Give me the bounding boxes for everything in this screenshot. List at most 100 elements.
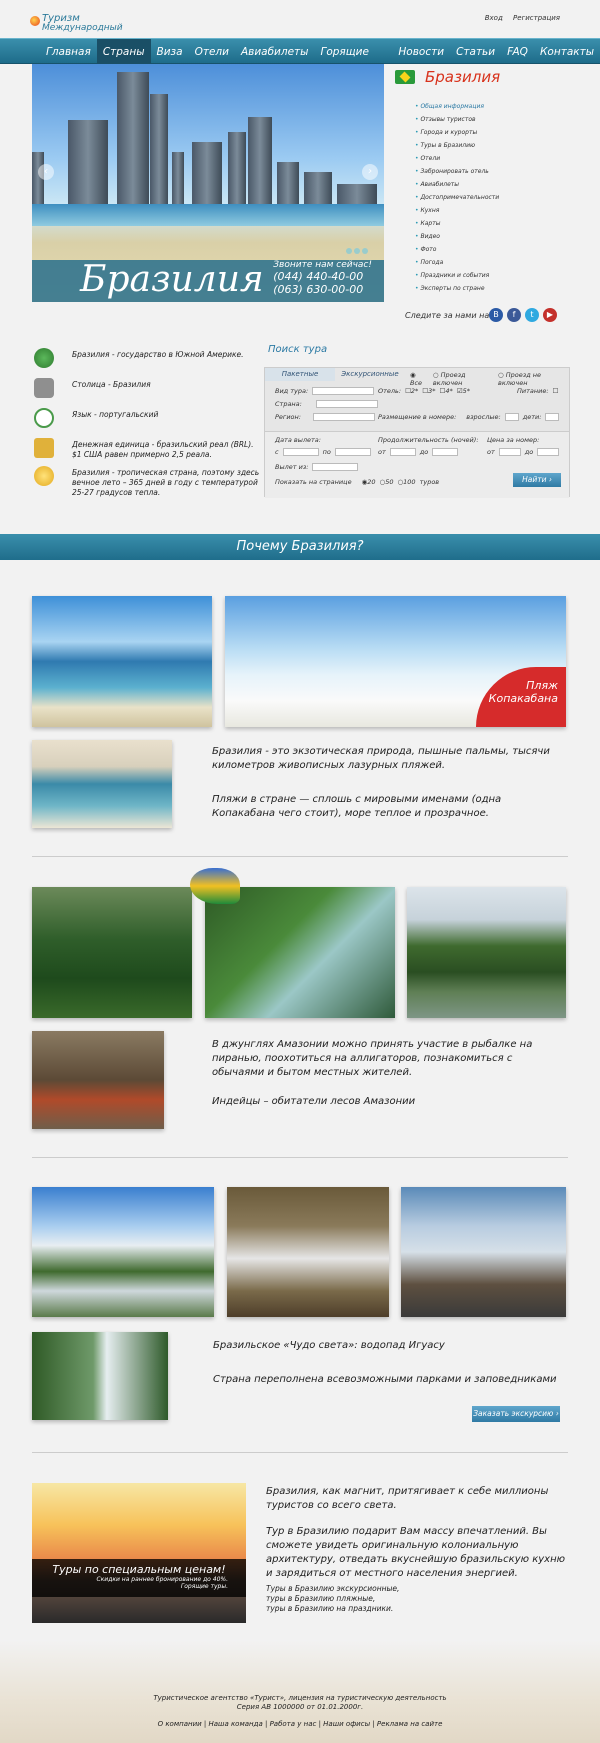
footer-link[interactable]: О компании	[158, 1720, 202, 1728]
sun-logo-icon	[30, 16, 40, 26]
footer-link[interactable]: Наша команда	[208, 1720, 262, 1728]
slider-next-icon[interactable]: ›	[362, 164, 378, 180]
date-from-input[interactable]	[282, 448, 319, 456]
iguazu-rainbow-photo[interactable]	[401, 1187, 566, 1317]
jungle-river-photo[interactable]	[205, 887, 395, 1018]
footer-link[interactable]: Наши офисы	[323, 1720, 370, 1728]
show-count-label: Показать на странице	[275, 478, 352, 486]
nav-item-1[interactable]: Страны	[96, 39, 151, 65]
iguazu-photo-1[interactable]	[32, 1187, 214, 1317]
nav-item-4[interactable]: Авиабилеты	[235, 39, 315, 65]
nav-item-9[interactable]: Контакты	[534, 39, 600, 65]
sidebar-item[interactable]: Общая информация	[415, 100, 499, 113]
nav-item-5[interactable]: Горящие туры	[314, 39, 392, 84]
country-label: Страна:	[275, 400, 302, 408]
sidebar-item[interactable]: Карты	[415, 217, 499, 230]
tour-search-form: Пакетные Экскурсионные ◉ Все ○ Проезд вк…	[264, 367, 570, 498]
slider-dots[interactable]	[346, 248, 368, 254]
section2-text1: В джунглях Амазонии можно принять участи…	[212, 1039, 533, 1078]
from-city-select[interactable]	[312, 463, 359, 471]
nav-item-3[interactable]: Отели	[189, 39, 235, 65]
copacabana-badge: Пляж Копакабана	[476, 667, 566, 727]
region-select[interactable]	[312, 413, 375, 421]
jungle-photo-1[interactable]	[32, 887, 192, 1018]
parrot-icon	[190, 868, 240, 904]
nav-item-6[interactable]: Новости	[392, 39, 450, 65]
site-logo[interactable]: Туризм Международный	[30, 12, 123, 34]
date-to-label: по	[322, 448, 331, 456]
sidebar-item[interactable]: Кухня	[415, 204, 499, 217]
footer-link[interactable]: Реклама на сайте	[377, 1720, 442, 1728]
sidebar-item[interactable]: Отели	[415, 152, 499, 165]
adults-select[interactable]	[504, 413, 519, 421]
section3-text1: Бразильское «Чудо света»: водопад Игуасу	[213, 1340, 445, 1351]
footer-series: Серия АВ 1000000 от 01.01.2000г.	[236, 1703, 364, 1711]
adults-label: взрослые:	[466, 413, 501, 421]
sidebar-item[interactable]: Забронировать отель	[415, 165, 499, 178]
tour-link-excursion[interactable]: Туры в Бразилию экскурсионные,	[266, 1584, 566, 1594]
vk-icon[interactable]: B	[489, 308, 503, 322]
tour-type-select[interactable]	[312, 387, 375, 395]
sidebar-item[interactable]: Туры в Бразилию	[415, 139, 499, 152]
special-prices-title: Туры по специальным ценам!	[52, 1563, 226, 1576]
divider-1	[32, 856, 568, 857]
sidebar-item[interactable]: Города и курорты	[415, 126, 499, 139]
waterfall-park-photo[interactable]	[32, 1332, 168, 1420]
sidebar-item[interactable]: Эксперты по стране	[415, 282, 499, 295]
twitter-icon[interactable]: t	[525, 308, 539, 322]
tour-type-label: Вид тура:	[275, 387, 309, 395]
radio-transport-included[interactable]: ○ Проезд включен	[433, 371, 494, 387]
hotel-label: Отель:	[378, 387, 402, 395]
section1-text2: Пляжи в стране — сплошь с мировыми имена…	[212, 794, 502, 819]
sidebar-item[interactable]: Погода	[415, 256, 499, 269]
show-100[interactable]: ○100	[397, 478, 415, 486]
show-50[interactable]: ○50	[380, 478, 394, 486]
show-20[interactable]: ◉20	[362, 478, 376, 486]
order-excursion-button[interactable]: Заказать экскурсию ›	[472, 1406, 560, 1422]
sidebar-item[interactable]: Праздники и события	[415, 269, 499, 282]
food-checkbox[interactable]: ☐	[553, 387, 559, 395]
footer-link[interactable]: Работа у нас	[270, 1720, 317, 1728]
star-4[interactable]: ☐4*	[440, 387, 453, 395]
nav-item-8[interactable]: FAQ	[501, 39, 534, 65]
sidebar-item[interactable]: Достопримечательности	[415, 191, 499, 204]
login-link[interactable]: Вход	[485, 14, 503, 22]
price-from-input[interactable]	[498, 448, 521, 456]
radio-all[interactable]: ◉ Все	[410, 371, 429, 387]
country-select[interactable]	[315, 400, 378, 408]
children-select[interactable]	[545, 413, 560, 421]
special-prices-banner[interactable]: Туры по специальным ценам! Скидки на ран…	[32, 1483, 246, 1623]
price-to-input[interactable]	[537, 448, 560, 456]
sidebar-item[interactable]: Фото	[415, 243, 499, 256]
date-to-input[interactable]	[334, 448, 371, 456]
star-2[interactable]: ☐2*	[405, 387, 418, 395]
nav-item-7[interactable]: Статьи	[450, 39, 501, 65]
facebook-icon[interactable]: f	[507, 308, 521, 322]
sidebar-item[interactable]: Авиабилеты	[415, 178, 499, 191]
tab-packages[interactable]: Пакетные	[265, 368, 335, 381]
slider-prev-icon[interactable]: ‹	[38, 164, 54, 180]
beach-photo-1[interactable]	[32, 596, 212, 727]
register-link[interactable]: Регистрация	[513, 14, 560, 22]
nav-item-2[interactable]: Виза	[151, 39, 189, 65]
youtube-icon[interactable]: ▶	[543, 308, 557, 322]
river-house-photo[interactable]	[407, 887, 566, 1018]
tour-link-beach[interactable]: туры в Бразилию пляжные,	[266, 1594, 566, 1604]
dur-to-select[interactable]	[432, 448, 459, 456]
indian-photo[interactable]	[32, 1031, 164, 1129]
copacabana-photo[interactable]: Пляж Копакабана	[225, 596, 566, 727]
radio-transport-not-included[interactable]: ○ Проезд не включен	[498, 371, 569, 387]
nav-item-0[interactable]: Главная	[40, 39, 97, 65]
tour-link-holidays[interactable]: туры в Бразилию на праздники.	[266, 1604, 566, 1614]
dunes-photo[interactable]	[32, 740, 172, 828]
find-button[interactable]: Найти ›	[513, 473, 561, 487]
sidebar-item[interactable]: Отзывы туристов	[415, 113, 499, 126]
tab-excursions[interactable]: Экскурсионные	[335, 368, 405, 381]
footer-links: О компании | Наша команда | Работа у нас…	[157, 1720, 443, 1728]
iguazu-photo-2[interactable]	[227, 1187, 389, 1317]
star-5[interactable]: ☑5*	[457, 387, 470, 395]
sidebar-item[interactable]: Видео	[415, 230, 499, 243]
star-3[interactable]: ☐3*	[422, 387, 435, 395]
dur-from-select[interactable]	[389, 448, 416, 456]
section4-p1: Бразилия, как магнит, притягивает к себе…	[266, 1486, 549, 1511]
